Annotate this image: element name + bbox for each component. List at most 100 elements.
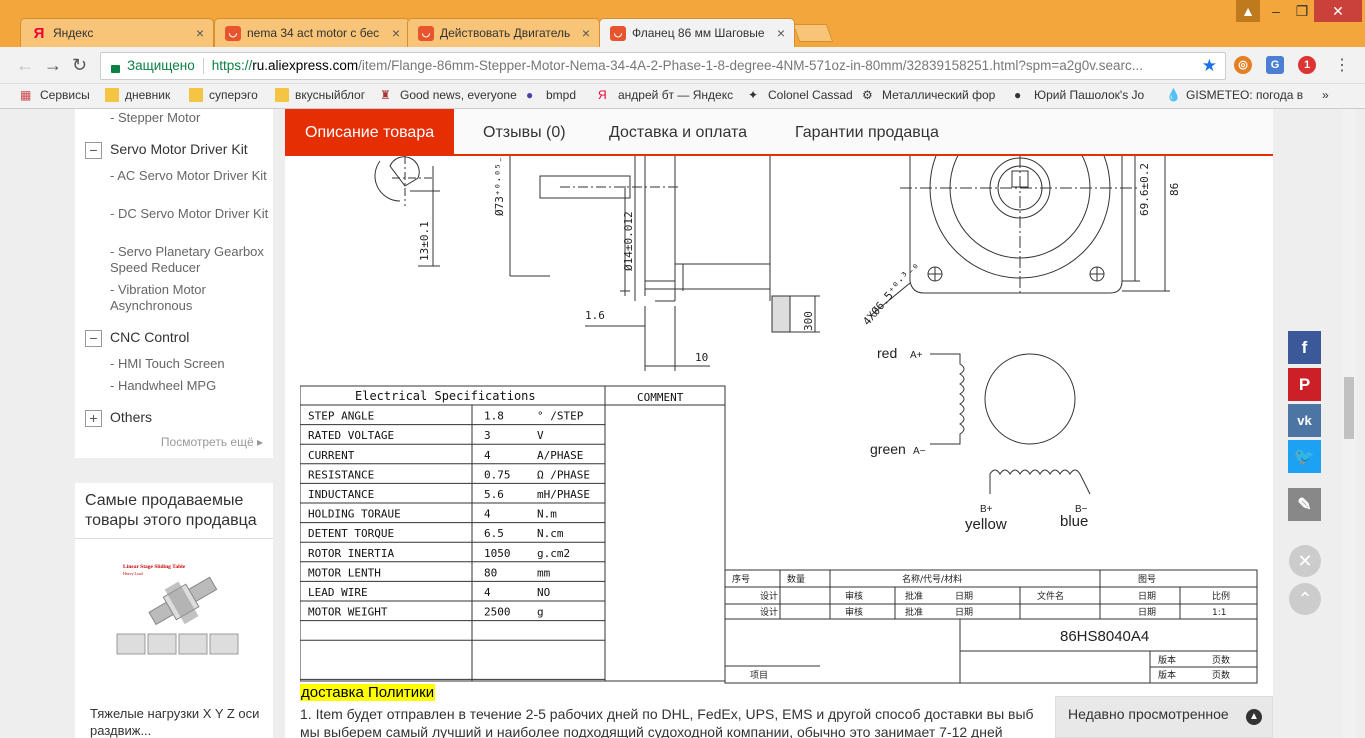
- bookmark-services[interactable]: ▦ Сервисы: [20, 88, 90, 102]
- category-link[interactable]: - DC Servo Motor Driver Kit: [110, 206, 272, 222]
- tb-project: 项目: [750, 670, 768, 681]
- bookmark-metal[interactable]: ⚙ Металлический фор: [862, 88, 995, 102]
- close-icon[interactable]: ×: [777, 19, 785, 47]
- collapse-icon[interactable]: −: [85, 142, 102, 159]
- category-link[interactable]: - AC Servo Motor Driver Kit: [110, 168, 272, 184]
- spec-value: 4: [484, 508, 491, 521]
- browser-tab-yandex[interactable]: Я Яндекс ×: [20, 18, 214, 47]
- weather-icon: 💧: [1166, 88, 1181, 102]
- bestseller-item-link[interactable]: Тяжелые нагрузки X Y Z оси раздвиж...: [90, 705, 270, 738]
- secure-label[interactable]: Защищено: [101, 58, 195, 73]
- category-servo[interactable]: − Servo Motor Driver Kit: [85, 141, 248, 159]
- category-link[interactable]: - Handwheel MPG: [110, 378, 272, 394]
- page: - Stepper Motor − Servo Motor Driver Kit …: [0, 109, 1365, 738]
- pinterest-share-icon[interactable]: P: [1288, 368, 1321, 401]
- collapse-icon[interactable]: −: [85, 330, 102, 347]
- chevron-up-icon[interactable]: ▲: [1246, 709, 1262, 725]
- spec-value: 5.6: [484, 488, 504, 501]
- category-others[interactable]: + Others: [85, 409, 152, 427]
- spec-name: CURRENT: [308, 449, 355, 462]
- vk-share-icon[interactable]: vk: [1288, 404, 1321, 437]
- bookmark-good-news[interactable]: ♜ Good news, everyone: [380, 88, 517, 102]
- close-window-icon[interactable]: ✕: [1314, 0, 1362, 22]
- scroll-top-icon[interactable]: ⌃: [1289, 583, 1321, 615]
- new-tab-button[interactable]: [792, 24, 834, 42]
- reload-icon[interactable]: ↻: [72, 55, 87, 76]
- user-icon[interactable]: ▲: [1236, 0, 1260, 22]
- tb-review: 审核: [845, 590, 863, 602]
- bookmark-pasholok[interactable]: ● Юрий Пашолок's Jo: [1014, 88, 1144, 102]
- dim-holes: 4XØ6.5⁺⁰·³₋₀: [860, 259, 921, 328]
- recently-viewed-label: Недавно просмотренное: [1068, 706, 1229, 722]
- opera-icon[interactable]: 1: [1298, 56, 1316, 74]
- thumbnail-title: Linear Stage Sliding Table: [123, 564, 186, 570]
- close-icon[interactable]: ✕: [1289, 545, 1321, 577]
- tb-fig: 图号: [1138, 574, 1156, 585]
- spec-name: HOLDING TORAUE: [308, 508, 401, 521]
- wire-a-minus: A−: [913, 446, 926, 457]
- url-protocol: https://: [211, 58, 253, 73]
- product-tabs: Описание товара Отзывы (0) Доставка и оп…: [285, 109, 1273, 156]
- tb-approve2: 批准: [905, 606, 923, 618]
- category-link[interactable]: - Vibration Motor Asynchronous: [110, 282, 272, 314]
- spec-value: 6.5: [484, 527, 504, 540]
- bookmark-cassad[interactable]: ✦ Colonel Cassad: [748, 88, 853, 102]
- shipping-policy-text: 1. Item будет отправлен в течение 2-5 ра…: [300, 705, 1060, 738]
- bookmark-folder[interactable]: суперэго: [189, 88, 258, 102]
- maximize-icon[interactable]: ❐: [1288, 0, 1316, 22]
- see-more-link[interactable]: Посмотреть ещё ▸: [161, 435, 263, 449]
- minimize-icon[interactable]: –: [1262, 0, 1290, 22]
- tab-shipping[interactable]: Доставка и оплата: [609, 109, 747, 154]
- yandex-icon: Я: [33, 25, 45, 42]
- bestsellers-title: Самые продаваемые товары этого продавца: [85, 492, 257, 529]
- close-icon[interactable]: ×: [582, 19, 590, 47]
- tab-description[interactable]: Описание товара: [285, 109, 455, 154]
- bookmark-folder[interactable]: дневник: [105, 88, 170, 102]
- bookmark-andrey[interactable]: Яандрей бт — Яндекс: [598, 88, 733, 102]
- tab-reviews[interactable]: Отзывы (0): [483, 109, 566, 154]
- product-thumbnail[interactable]: Linear Stage Sliding Table Heavy Load: [115, 561, 240, 656]
- bookmark-gismeteo[interactable]: 💧 GISMETEO: погода в: [1166, 88, 1303, 102]
- close-icon[interactable]: ×: [196, 19, 204, 47]
- wire-red-label: red: [877, 345, 897, 361]
- user-icon: ●: [1014, 88, 1022, 102]
- expand-icon[interactable]: +: [85, 410, 102, 427]
- wire-blue-label: blue: [1060, 513, 1088, 530]
- scrollbar-thumb[interactable]: [1344, 377, 1354, 439]
- tb-scale: 比例: [1212, 590, 1230, 602]
- category-cnc[interactable]: − CNC Control: [85, 329, 189, 347]
- tb-date: 日期: [955, 591, 973, 602]
- extension-icon[interactable]: ◎: [1234, 56, 1252, 74]
- recently-viewed-bar[interactable]: Недавно просмотренное ▲: [1055, 696, 1273, 738]
- translate-icon[interactable]: G: [1266, 56, 1284, 74]
- bookmarks-overflow-icon[interactable]: »: [1322, 88, 1329, 102]
- browser-tab-flange[interactable]: ◡ Фланец 86 мм Шаговые ×: [599, 18, 795, 47]
- spec-name: LEAD WIRE: [308, 586, 368, 599]
- back-icon[interactable]: ←: [16, 55, 34, 76]
- category-link[interactable]: - Stepper Motor: [110, 110, 272, 126]
- robot-icon: ♜: [380, 88, 391, 102]
- tab-label: Фланец 86 мм Шаговые: [632, 26, 765, 40]
- category-link[interactable]: - HMI Touch Screen: [110, 356, 272, 372]
- spec-name: MOTOR WEIGHT: [308, 606, 388, 619]
- category-link[interactable]: - Servo Planetary Gearbox Speed Reducer: [110, 244, 272, 276]
- bookmark-star-icon[interactable]: ★: [1202, 53, 1217, 79]
- cassad-icon: ✦: [748, 88, 759, 102]
- page-scrollbar[interactable]: [1342, 109, 1356, 738]
- close-icon[interactable]: ×: [392, 19, 400, 47]
- forward-icon[interactable]: →: [44, 55, 62, 76]
- dim-height: 13±0.1: [418, 221, 431, 261]
- tb-date2: 日期: [1138, 591, 1156, 602]
- bookmark-folder[interactable]: вкусныйблог: [275, 88, 365, 102]
- twitter-share-icon[interactable]: 🐦: [1288, 440, 1321, 473]
- edit-icon[interactable]: ✎: [1288, 488, 1321, 521]
- browser-tab-action[interactable]: ◡ Действовать Двигатель ×: [407, 18, 600, 47]
- menu-icon[interactable]: ⋮: [1334, 55, 1350, 75]
- address-bar[interactable]: Защищено https://ru.aliexpress.com/item/F…: [100, 52, 1226, 80]
- tab-guarantees[interactable]: Гарантии продавца: [795, 109, 939, 154]
- browser-tab-nema[interactable]: ◡ nema 34 act motor с бес ×: [214, 18, 410, 47]
- spec-unit: ° /STEP: [537, 410, 584, 423]
- tb-qty: 数量: [787, 573, 805, 585]
- facebook-share-icon[interactable]: f: [1288, 331, 1321, 364]
- bookmark-bmpd[interactable]: ● bmpd: [526, 88, 576, 102]
